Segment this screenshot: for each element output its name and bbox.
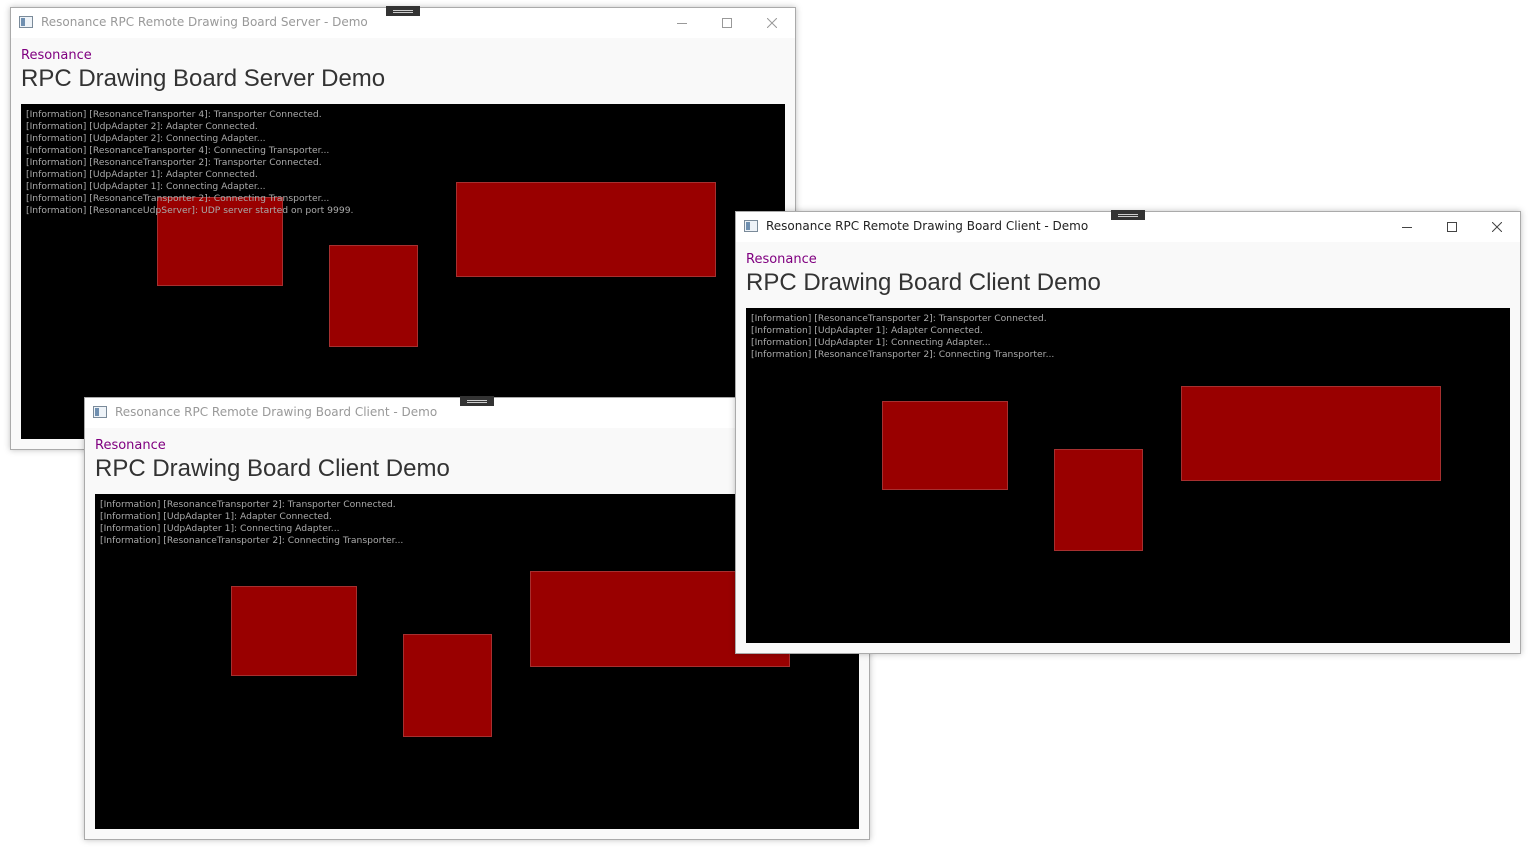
drawn-rectangle[interactable] bbox=[1054, 449, 1143, 551]
log-list: [Information] [ResonanceTransporter 2]: … bbox=[100, 499, 403, 547]
drawn-rectangle[interactable] bbox=[231, 586, 357, 676]
log-line: [Information] [ResonanceUdpServer]: UDP … bbox=[26, 205, 354, 216]
log-line: [Information] [UdpAdapter 2]: Adapter Co… bbox=[26, 121, 258, 132]
app-window-icon bbox=[744, 220, 758, 232]
drawn-rectangle[interactable] bbox=[329, 245, 418, 347]
minimize-icon bbox=[1401, 227, 1412, 228]
maximize-icon bbox=[1446, 222, 1457, 232]
log-line: [Information] [ResonanceTransporter 2]: … bbox=[26, 157, 322, 168]
log-line: [Information] [UdpAdapter 1]: Adapter Co… bbox=[26, 169, 258, 180]
log-list: [Information] [ResonanceTransporter 2]: … bbox=[751, 313, 1054, 361]
log-line: [Information] [ResonanceTransporter 2]: … bbox=[26, 193, 330, 204]
window-title: Resonance RPC Remote Drawing Board Serve… bbox=[41, 15, 368, 29]
brand-label: Resonance bbox=[746, 252, 817, 267]
log-line: [Information] [UdpAdapter 1]: Connecting… bbox=[751, 337, 991, 348]
title-bar[interactable]: Resonance RPC Remote Drawing Board Clien… bbox=[736, 210, 1520, 242]
minimize-button[interactable] bbox=[659, 8, 704, 38]
log-line: [Information] [ResonanceTransporter 2]: … bbox=[751, 349, 1055, 360]
maximize-button[interactable] bbox=[704, 8, 749, 38]
page-title: RPC Drawing Board Client Demo bbox=[746, 269, 1101, 296]
close-button[interactable] bbox=[1474, 212, 1519, 242]
drawn-rectangle[interactable] bbox=[403, 634, 492, 737]
log-line: [Information] [UdpAdapter 1]: Adapter Co… bbox=[100, 511, 332, 522]
maximize-button[interactable] bbox=[1429, 212, 1474, 242]
page-title: RPC Drawing Board Server Demo bbox=[21, 65, 386, 92]
log-line: [Information] [ResonanceTransporter 2]: … bbox=[100, 499, 396, 510]
drag-grip-icon[interactable] bbox=[460, 396, 494, 406]
drawn-rectangle[interactable] bbox=[1181, 386, 1441, 481]
server-window: Resonance RPC Remote Drawing Board Serve… bbox=[10, 6, 796, 450]
drag-grip-icon[interactable] bbox=[1111, 210, 1145, 220]
maximize-icon bbox=[721, 18, 732, 28]
client-window-right: Resonance RPC Remote Drawing Board Clien… bbox=[735, 210, 1521, 654]
close-icon bbox=[766, 18, 777, 28]
drawing-board[interactable]: [Information] [ResonanceTransporter 4]: … bbox=[21, 104, 785, 439]
log-line: [Information] [ResonanceTransporter 4]: … bbox=[26, 109, 322, 120]
brand-label: Resonance bbox=[21, 48, 92, 63]
app-window-icon bbox=[93, 406, 107, 418]
log-line: [Information] [UdpAdapter 2]: Connecting… bbox=[26, 133, 266, 144]
log-list: [Information] [ResonanceTransporter 4]: … bbox=[26, 109, 353, 217]
brand-label: Resonance bbox=[95, 438, 166, 453]
drag-grip-icon[interactable] bbox=[386, 6, 420, 16]
log-line: [Information] [ResonanceTransporter 2]: … bbox=[751, 313, 1047, 324]
log-line: [Information] [ResonanceTransporter 4]: … bbox=[26, 145, 330, 156]
minimize-button[interactable] bbox=[1384, 212, 1429, 242]
drawn-rectangle[interactable] bbox=[456, 182, 716, 277]
log-line: [Information] [UdpAdapter 1]: Connecting… bbox=[26, 181, 266, 192]
title-bar[interactable]: Resonance RPC Remote Drawing Board Serve… bbox=[11, 6, 795, 38]
close-icon bbox=[1491, 222, 1502, 232]
drawn-rectangle[interactable] bbox=[882, 401, 1008, 490]
window-title: Resonance RPC Remote Drawing Board Clien… bbox=[766, 219, 1089, 233]
drawing-board[interactable]: [Information] [ResonanceTransporter 2]: … bbox=[746, 308, 1510, 643]
page-title: RPC Drawing Board Client Demo bbox=[95, 455, 450, 482]
window-title: Resonance RPC Remote Drawing Board Clien… bbox=[115, 405, 438, 419]
minimize-icon bbox=[676, 23, 687, 24]
log-line: [Information] [UdpAdapter 1]: Adapter Co… bbox=[751, 325, 983, 336]
close-button[interactable] bbox=[749, 8, 794, 38]
log-line: [Information] [UdpAdapter 1]: Connecting… bbox=[100, 523, 340, 534]
log-line: [Information] [ResonanceTransporter 2]: … bbox=[100, 535, 404, 546]
app-window-icon bbox=[19, 16, 33, 28]
